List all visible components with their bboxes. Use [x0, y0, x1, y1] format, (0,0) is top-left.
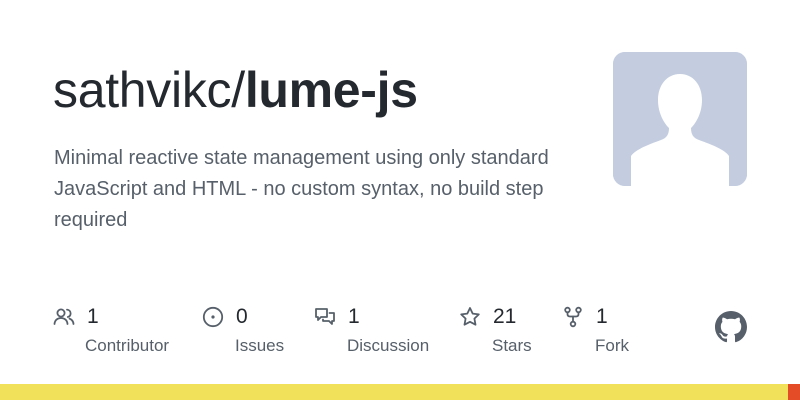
stat-value: 1 — [87, 305, 99, 328]
language-bar-segment — [0, 384, 788, 400]
stat-contributors[interactable]: 1 Contributor — [53, 300, 169, 356]
language-bar — [0, 384, 800, 400]
stat-label: Issues — [235, 336, 285, 355]
stat-issues[interactable]: 0 Issues — [202, 300, 284, 356]
owner-avatar[interactable] — [613, 52, 747, 186]
discussion-icon — [314, 306, 336, 328]
fork-icon — [562, 306, 584, 328]
stat-value: 21 — [493, 305, 517, 328]
stat-label: Fork — [595, 336, 629, 355]
stat-discussions[interactable]: 1 Discussion — [314, 300, 429, 356]
stat-value: 0 — [236, 305, 248, 328]
repo-name[interactable]: lume-js — [245, 62, 418, 118]
repo-description: Minimal reactive state management using … — [54, 147, 549, 231]
stat-value: 1 — [348, 305, 360, 328]
stat-value: 1 — [596, 305, 608, 328]
language-bar-segment — [788, 384, 800, 400]
repo-stats: 1 Contributor 0 Issues 1 Discussion 21 S… — [0, 300, 800, 360]
people-icon — [53, 306, 75, 328]
stat-label: Stars — [492, 336, 532, 355]
stat-label: Contributor — [85, 336, 170, 355]
repo-owner[interactable]: sathvikc/ — [53, 62, 245, 118]
stat-stars[interactable]: 21 Stars — [459, 300, 532, 356]
star-icon — [459, 306, 481, 328]
github-logo-icon[interactable] — [715, 311, 747, 343]
default-user-silhouette-icon — [613, 52, 747, 186]
issue-circle-icon — [202, 306, 224, 328]
repo-social-card: sathvikc/lume-js Minimal reactive state … — [0, 0, 800, 400]
stat-label: Discussion — [347, 336, 430, 355]
stat-forks[interactable]: 1 Fork — [562, 300, 629, 356]
repo-title[interactable]: sathvikc/lume-js — [53, 58, 418, 122]
